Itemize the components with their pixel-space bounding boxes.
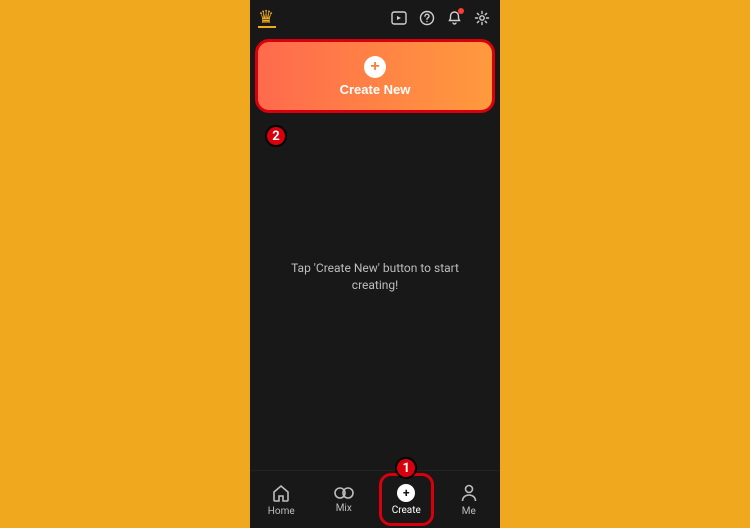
plus-icon: + xyxy=(364,56,386,78)
notification-dot xyxy=(458,8,464,14)
annotation-badge-2: 2 xyxy=(265,125,287,147)
nav-me[interactable]: Me xyxy=(438,471,501,528)
annotation-badge-1: 1 xyxy=(395,457,417,479)
create-icon: + xyxy=(397,484,415,502)
crown-icon[interactable]: ♛ xyxy=(258,8,276,28)
empty-state-message: Tap 'Create New' button to start creatin… xyxy=(250,260,500,294)
nav-create[interactable]: 1 + Create xyxy=(375,471,438,528)
mix-icon xyxy=(333,486,355,500)
nav-home-label: Home xyxy=(268,506,295,517)
nav-create-label: Create xyxy=(392,505,421,516)
create-new-label: Create New xyxy=(340,82,411,97)
create-new-button[interactable]: + Create New xyxy=(258,42,492,110)
app-screen: ♛ xyxy=(250,0,500,528)
top-bar: ♛ xyxy=(250,0,500,36)
bell-icon[interactable] xyxy=(447,10,462,26)
nav-mix-label: Mix xyxy=(336,503,352,514)
person-icon xyxy=(460,483,478,503)
gear-icon[interactable] xyxy=(474,10,490,26)
nav-mix[interactable]: Mix xyxy=(313,471,376,528)
nav-me-label: Me xyxy=(462,506,476,517)
bottom-nav: Home Mix 1 + Create xyxy=(250,470,500,528)
help-icon[interactable] xyxy=(419,10,435,26)
home-icon xyxy=(271,483,291,503)
nav-home[interactable]: Home xyxy=(250,471,313,528)
cast-icon[interactable] xyxy=(391,11,407,25)
